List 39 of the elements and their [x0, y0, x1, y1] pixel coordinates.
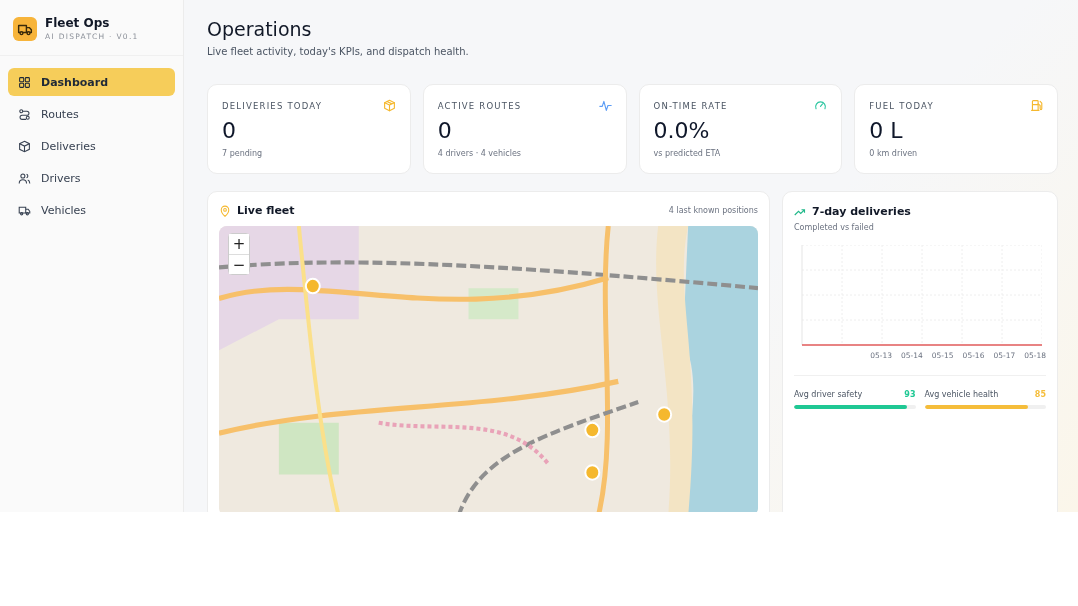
kpi-label: ACTIVE ROUTES [437, 100, 522, 111]
kpi-label: DELIVERIES TODAY [222, 100, 323, 111]
box-icon [18, 139, 31, 153]
metric-label: Avg vehicle health [924, 390, 999, 399]
users-icon [18, 171, 31, 185]
kpi-note: 4 drivers · 4 vehicles [437, 149, 522, 158]
app-name: Fleet Ops [45, 16, 111, 30]
fuel-pump-icon [1030, 99, 1043, 112]
nav-item[interactable]: Vehicles [8, 196, 175, 224]
metric-value: 85 [1034, 390, 1046, 399]
nav-item[interactable]: Routes [8, 100, 175, 128]
chart-subtitle: Completed vs failed [794, 223, 875, 232]
metric-value: 93 [904, 390, 916, 399]
kpi-value: 0 [222, 118, 237, 143]
page-subtitle: Live fleet activity, today's KPIs, and dispatch health. [207, 46, 470, 57]
pulse-icon [598, 99, 612, 112]
positions-count: 4 last known positions [668, 206, 758, 215]
kpi-value: 0 L [869, 118, 904, 143]
box-icon [382, 99, 396, 112]
metric-label: Avg driver safety [794, 390, 863, 399]
kpi-label: ON-TIME RATE [653, 100, 728, 111]
kpi-value: 0 [437, 118, 453, 143]
route-icon [18, 107, 31, 121]
grid-icon [18, 75, 31, 89]
kpi-note: 7 pending [222, 149, 264, 158]
kpi-note: 0 km driven [869, 149, 919, 158]
map-pin-icon [219, 204, 231, 217]
truck-logo-icon [13, 16, 37, 41]
gauge-icon [814, 99, 828, 112]
kpi-note: vs predicted ETA [653, 149, 722, 158]
zoom-out-button[interactable]: − [229, 254, 249, 274]
card-title: Live fleet [237, 204, 295, 217]
nav-item[interactable]: Deliveries [8, 132, 175, 160]
kpi-value: 0.0% [653, 118, 711, 143]
kpi-label: FUEL TODAY [869, 100, 934, 111]
nav-item[interactable]: Drivers [8, 164, 175, 192]
page-title: Operations [207, 18, 313, 40]
nav-item[interactable]: Dashboard [8, 68, 175, 96]
card-title: 7-day deliveries [812, 205, 911, 218]
